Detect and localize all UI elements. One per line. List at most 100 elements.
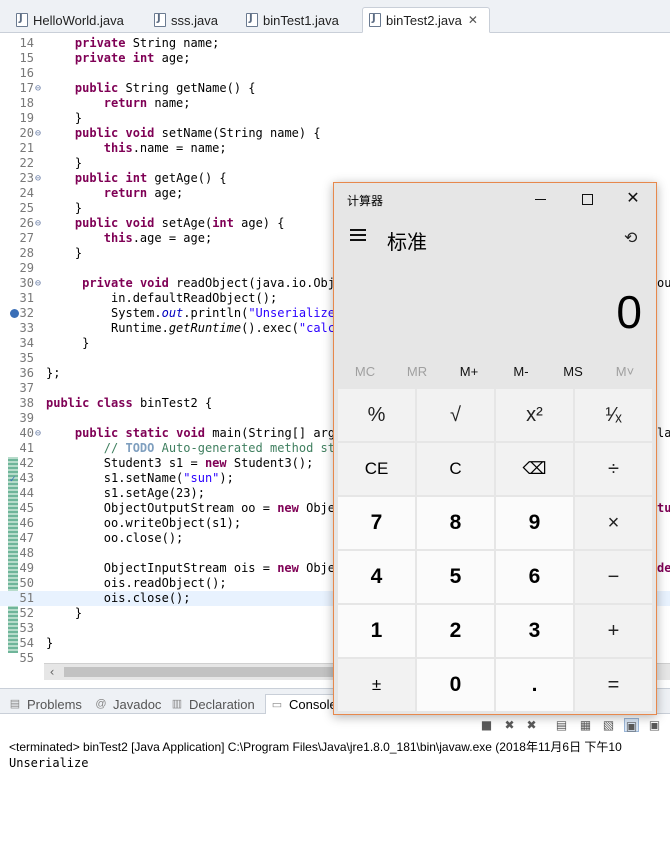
eight-button[interactable]: 8 — [417, 497, 494, 549]
memory-button-mr[interactable]: MR — [391, 359, 443, 385]
decimal-button[interactable]: . — [496, 659, 573, 711]
console-output-line: Unserialize — [9, 756, 89, 770]
fold-toggle-icon[interactable]: ⊖ — [35, 216, 45, 231]
console-output[interactable]: <terminated> binTest2 [Java Application]… — [0, 736, 670, 865]
one-button[interactable]: 1 — [338, 605, 415, 657]
line-number: 34 — [19, 336, 34, 350]
close-icon[interactable]: ✕ — [468, 13, 478, 27]
scrollbar-thumb[interactable] — [64, 667, 334, 677]
code-text: ObjectInputStream ois = new Object — [46, 561, 350, 575]
code-line[interactable]: 17 ⊖ public String getName() { — [0, 81, 670, 96]
remove-launch-icon[interactable]: ✖ — [502, 718, 517, 732]
tab-declaration[interactable]: ▥ Declaration — [170, 694, 255, 714]
seven-button[interactable]: 7 — [338, 497, 415, 549]
three-button[interactable]: 3 — [496, 605, 573, 657]
line-number: 43 — [19, 471, 34, 485]
history-icon[interactable]: ⟲ — [624, 228, 644, 248]
line-number: 35 — [19, 351, 34, 365]
code-line[interactable]: 15 private int age; — [0, 51, 670, 66]
code-text: } — [46, 156, 83, 170]
memory-button-m[interactable]: M- — [495, 359, 547, 385]
line-number: 31 — [19, 291, 34, 305]
memory-button-m[interactable]: M+ — [443, 359, 495, 385]
code-line[interactable]: 14 private String name; — [0, 36, 670, 51]
scroll-left-icon[interactable]: ‹ — [44, 664, 60, 680]
code-line[interactable]: 18 return name; — [0, 96, 670, 111]
subtract-button[interactable]: − — [575, 551, 652, 603]
hamburger-menu-icon[interactable] — [348, 225, 368, 245]
fold-toggle-icon[interactable]: ⊖ — [35, 171, 45, 186]
scroll-lock-icon[interactable]: ▦ — [578, 718, 593, 732]
minimize-icon[interactable] — [518, 183, 564, 215]
six-button[interactable]: 6 — [496, 551, 573, 603]
divide-button[interactable]: ÷ — [575, 443, 652, 495]
tab-bintest2[interactable]: binTest2.java ✕ — [362, 7, 490, 33]
tab-label: Problems — [27, 696, 82, 712]
fold-toggle-icon[interactable]: ⊖ — [35, 426, 45, 441]
calculator-window: 计算器 ✕ 标准 ⟲ 0 MC MR M+ M- MS M˅ % √ x² ¹⁄ₓ CE C ⌫ ÷ 7 8… — [333, 182, 657, 715]
remove-all-icon[interactable]: ✖ — [524, 718, 539, 732]
code-line[interactable]: 19 } — [0, 111, 670, 126]
terminate-icon[interactable]: ■ — [479, 718, 494, 732]
negate-button[interactable]: ± — [338, 659, 415, 711]
code-line[interactable]: 16 — [0, 66, 670, 81]
maximize-icon[interactable] — [564, 183, 610, 215]
java-file-icon — [154, 13, 166, 27]
add-button[interactable]: + — [575, 605, 652, 657]
calculator-titlebar[interactable]: 计算器 ✕ — [334, 183, 656, 215]
fold-toggle-icon[interactable]: ⊖ — [35, 81, 45, 96]
tab-helloworld[interactable]: HelloWorld.java — [10, 7, 124, 33]
code-text: this.age = age; — [103, 231, 213, 245]
clear-console-icon[interactable]: ▤ — [554, 718, 569, 732]
line-number: 20 — [19, 126, 34, 140]
two-button[interactable]: 2 — [417, 605, 494, 657]
code-line[interactable]: 20 ⊖ public void setName(String name) { — [0, 126, 670, 141]
backspace-button[interactable]: ⌫ — [496, 443, 573, 495]
result-display: 0 — [616, 286, 642, 338]
code-line[interactable]: 21 this.name = name; — [0, 141, 670, 156]
zero-button[interactable]: 0 — [417, 659, 494, 711]
code-text: // TODO Auto-generated method stu — [46, 441, 343, 455]
memory-button-mc[interactable]: MC — [339, 359, 391, 385]
code-line[interactable]: 22 } — [0, 156, 670, 171]
tab-problems[interactable]: ▤ Problems — [8, 694, 82, 714]
line-number: 39 — [19, 411, 34, 425]
line-number: 29 — [19, 261, 34, 275]
code-text: return age; — [103, 186, 184, 200]
fold-toggle-icon[interactable]: ⊖ — [35, 126, 45, 141]
close-icon[interactable]: ✕ — [610, 183, 656, 215]
line-number: 55 — [19, 651, 34, 663]
code-fragment: tu — [657, 501, 670, 515]
multiply-button[interactable]: × — [575, 497, 652, 549]
show-console-icon[interactable]: ▣ — [624, 718, 639, 733]
equals-button[interactable]: = — [575, 659, 652, 711]
line-number: 42 — [19, 456, 34, 470]
line-number: 26 — [19, 216, 34, 230]
line-number: 47 — [19, 531, 34, 545]
reciprocal-button[interactable]: ¹⁄ₓ — [575, 389, 652, 441]
memory-row: MC MR M+ M- MS M˅ — [339, 359, 651, 385]
sqrt-button[interactable]: √ — [417, 389, 494, 441]
tab-bintest1[interactable]: binTest1.java — [240, 7, 339, 33]
code-text: System.out.println("Unserialize" — [46, 306, 343, 320]
clear-entry-button[interactable]: CE — [338, 443, 415, 495]
percent-button[interactable]: % — [338, 389, 415, 441]
pin-console-icon[interactable]: ▣ — [647, 718, 662, 732]
tab-label: sss.java — [171, 12, 218, 28]
tab-console[interactable]: ▭ Console — [265, 694, 342, 714]
tab-javadoc[interactable]: @ Javadoc — [94, 694, 161, 714]
nine-button[interactable]: 9 — [496, 497, 573, 549]
line-number: 46 — [19, 516, 34, 530]
memory-button-ms[interactable]: MS — [547, 359, 599, 385]
tab-sss[interactable]: sss.java — [148, 7, 218, 33]
word-wrap-icon[interactable]: ▧ — [601, 718, 616, 732]
memory-button-m[interactable]: M˅ — [599, 359, 651, 385]
square-button[interactable]: x² — [496, 389, 573, 441]
line-number: 17 — [19, 81, 34, 95]
java-file-icon — [369, 13, 381, 27]
four-button[interactable]: 4 — [338, 551, 415, 603]
five-button[interactable]: 5 — [417, 551, 494, 603]
fold-toggle-icon[interactable]: ⊖ — [35, 276, 45, 291]
line-number: 45 — [19, 501, 34, 515]
clear-button[interactable]: C — [417, 443, 494, 495]
